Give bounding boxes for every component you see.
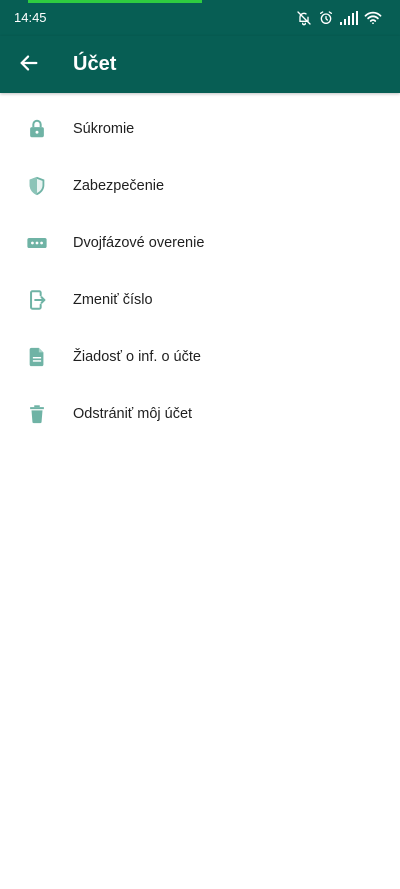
menu-item-security[interactable]: Zabezpečenie [0, 157, 400, 214]
back-button[interactable] [14, 50, 44, 80]
alarm-icon [318, 10, 334, 26]
menu-item-label: Súkromie [73, 120, 135, 137]
loading-progress-bar [28, 0, 202, 3]
account-settings-screen: 14:45 Účet Súkromie Zabezpečenie Dvojfáz… [0, 0, 400, 889]
menu-item-label: Zmeniť číslo [73, 291, 153, 308]
menu-item-label: Žiadosť o inf. o účte [73, 348, 201, 365]
password-dots-icon [24, 230, 50, 256]
menu-item-label: Dvojfázové overenie [73, 234, 205, 251]
app-bar: Účet [0, 36, 400, 93]
status-icons [296, 9, 382, 27]
status-time: 14:45 [14, 10, 47, 25]
menu-item-delete-account[interactable]: Odstrániť môj účet [0, 385, 400, 442]
menu-item-request-account-info[interactable]: Žiadosť o inf. o účte [0, 328, 400, 385]
menu-item-two-step-verification[interactable]: Dvojfázové overenie [0, 214, 400, 271]
arrow-left-icon [18, 52, 40, 79]
menu-item-label: Odstrániť môj účet [73, 405, 193, 422]
shield-icon [24, 173, 50, 199]
menu-item-label: Zabezpečenie [73, 177, 165, 194]
change-number-icon [24, 287, 50, 313]
page-title: Účet [73, 53, 117, 75]
menu-item-privacy[interactable]: Súkromie [0, 100, 400, 157]
signal-icon [340, 11, 358, 25]
menu-item-change-number[interactable]: Zmeniť číslo [0, 271, 400, 328]
document-icon [24, 344, 50, 370]
status-bar: 14:45 [0, 0, 400, 36]
wifi-icon [364, 11, 382, 25]
bell-off-icon [296, 10, 312, 26]
account-menu-list: Súkromie Zabezpečenie Dvojfázové overeni… [0, 100, 400, 442]
lock-icon [24, 116, 50, 142]
trash-icon [24, 401, 50, 427]
